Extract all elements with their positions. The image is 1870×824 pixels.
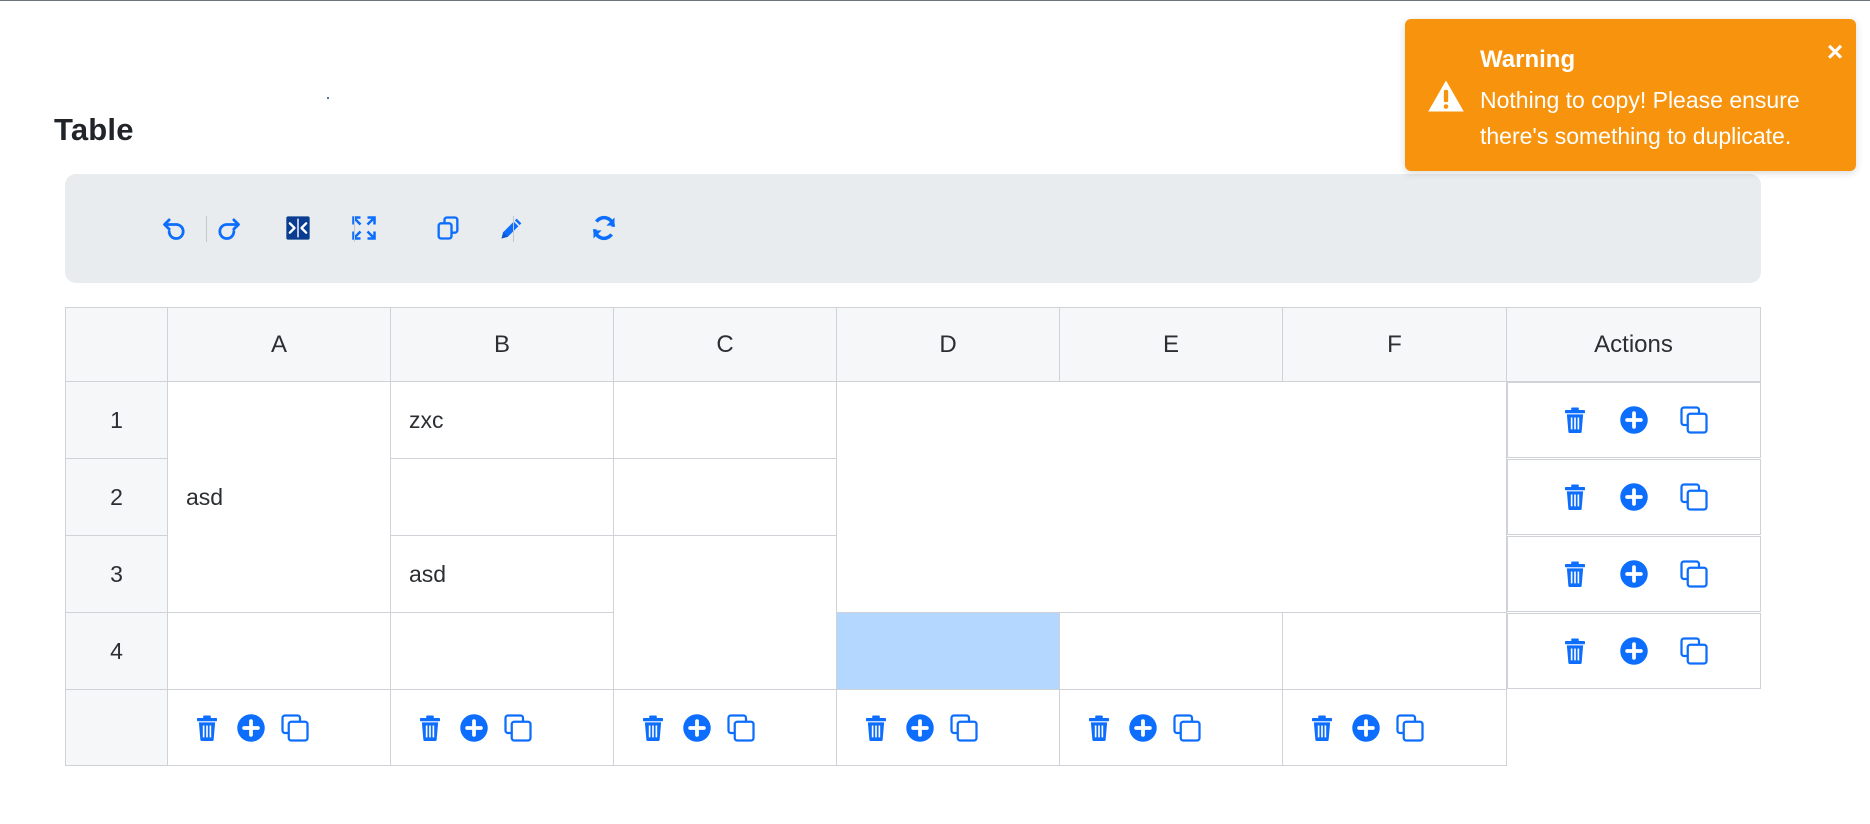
row-header-2[interactable]: 2: [65, 458, 168, 536]
redo-icon: [218, 218, 240, 240]
column-header-e[interactable]: E: [1059, 307, 1283, 382]
spreadsheet-table: A B C D E F Actions 1 2 3 4 asd zxc asd: [65, 307, 1761, 766]
column-actions-c: [613, 689, 837, 766]
trash-icon[interactable]: [1307, 713, 1337, 743]
trash-icon[interactable]: [1084, 713, 1114, 743]
plus-circle-icon[interactable]: [905, 713, 935, 743]
cell-c2[interactable]: [613, 458, 837, 536]
row-actions-3: [1507, 536, 1761, 612]
close-button[interactable]: ×: [1824, 38, 1846, 66]
cell-d4-selected[interactable]: [836, 612, 1060, 690]
trash-icon[interactable]: [415, 713, 445, 743]
copy-button[interactable]: [431, 211, 465, 245]
toolbar: [65, 174, 1761, 283]
cell-a4[interactable]: [167, 612, 391, 690]
cell-f4[interactable]: [1282, 612, 1507, 690]
plus-circle-icon[interactable]: [1128, 713, 1158, 743]
row-actions-4: [1507, 613, 1761, 689]
plus-circle-icon[interactable]: [1619, 482, 1649, 512]
cell-c3-merged[interactable]: [613, 535, 837, 690]
cell-b2[interactable]: [390, 458, 614, 536]
cell-c1[interactable]: [613, 381, 837, 459]
cell-b1[interactable]: zxc: [390, 381, 614, 459]
duplicate-icon[interactable]: [503, 713, 533, 743]
column-actions-f: [1282, 689, 1507, 766]
top-border: [0, 0, 1870, 1]
toast-title: Warning: [1480, 46, 1576, 73]
plus-circle-icon[interactable]: [459, 713, 489, 743]
trash-icon[interactable]: [1560, 405, 1590, 435]
trash-icon[interactable]: [1560, 636, 1590, 666]
duplicate-icon[interactable]: [1172, 713, 1202, 743]
stray-dot: [327, 97, 329, 99]
plus-circle-icon[interactable]: [236, 713, 266, 743]
expand-button[interactable]: [347, 211, 381, 245]
toolbar-separator-2: [354, 216, 355, 242]
row-header-3[interactable]: 3: [65, 535, 168, 613]
page-title: Table: [54, 112, 134, 147]
cell-a1-merged[interactable]: asd: [167, 381, 391, 613]
pencil-icon: [501, 218, 522, 239]
copy-icon: [437, 216, 459, 240]
column-actions-b: [390, 689, 614, 766]
merge-cells-icon: [286, 216, 310, 240]
cell-d1-merged[interactable]: [836, 381, 1507, 613]
trash-icon[interactable]: [1560, 482, 1590, 512]
trash-icon[interactable]: [192, 713, 222, 743]
column-actions-e: [1059, 689, 1283, 766]
row-actions-1: [1507, 382, 1761, 458]
duplicate-icon[interactable]: [949, 713, 979, 743]
column-actions-a: [167, 689, 391, 766]
row-actions-2: [1507, 459, 1761, 535]
column-header-f[interactable]: F: [1282, 307, 1507, 382]
duplicate-icon[interactable]: [1679, 636, 1709, 666]
column-header-b[interactable]: B: [390, 307, 614, 382]
duplicate-icon[interactable]: [1395, 713, 1425, 743]
trash-icon[interactable]: [861, 713, 891, 743]
plus-circle-icon[interactable]: [682, 713, 712, 743]
cell-e4[interactable]: [1059, 612, 1283, 690]
undo-button[interactable]: [158, 211, 192, 245]
column-header-a[interactable]: A: [167, 307, 391, 382]
row-header-1[interactable]: 1: [65, 381, 168, 459]
plus-circle-icon[interactable]: [1619, 636, 1649, 666]
actions-header: Actions: [1506, 307, 1761, 382]
warning-toast: Warning Nothing to copy! Please ensure t…: [1405, 19, 1856, 171]
corner-header: [65, 307, 168, 382]
column-header-d[interactable]: D: [836, 307, 1060, 382]
column-actions-corner: [65, 689, 168, 766]
toolbar-separator-1: [206, 216, 207, 242]
duplicate-icon[interactable]: [1679, 559, 1709, 589]
row-header-4[interactable]: 4: [65, 612, 168, 690]
toast-message: Nothing to copy! Please ensure there's s…: [1480, 87, 1800, 149]
plus-circle-icon[interactable]: [1619, 405, 1649, 435]
column-header-c[interactable]: C: [613, 307, 837, 382]
plus-circle-icon[interactable]: [1619, 559, 1649, 589]
undo-icon: [163, 218, 185, 240]
edit-button[interactable]: [495, 211, 529, 245]
refresh-button[interactable]: [587, 211, 621, 245]
plus-circle-icon[interactable]: [1351, 713, 1381, 743]
column-actions-d: [836, 689, 1060, 766]
duplicate-icon[interactable]: [280, 713, 310, 743]
refresh-icon: [592, 215, 616, 241]
toolbar-separator-3: [513, 216, 514, 242]
duplicate-icon[interactable]: [1679, 482, 1709, 512]
merge-cells-button[interactable]: [281, 211, 315, 245]
duplicate-icon[interactable]: [726, 713, 756, 743]
redo-button[interactable]: [211, 211, 245, 245]
warning-triangle-icon: [1428, 80, 1464, 112]
cell-b4[interactable]: [390, 612, 614, 690]
trash-icon[interactable]: [638, 713, 668, 743]
duplicate-icon[interactable]: [1679, 405, 1709, 435]
cell-b3[interactable]: asd: [390, 535, 614, 613]
trash-icon[interactable]: [1560, 559, 1590, 589]
